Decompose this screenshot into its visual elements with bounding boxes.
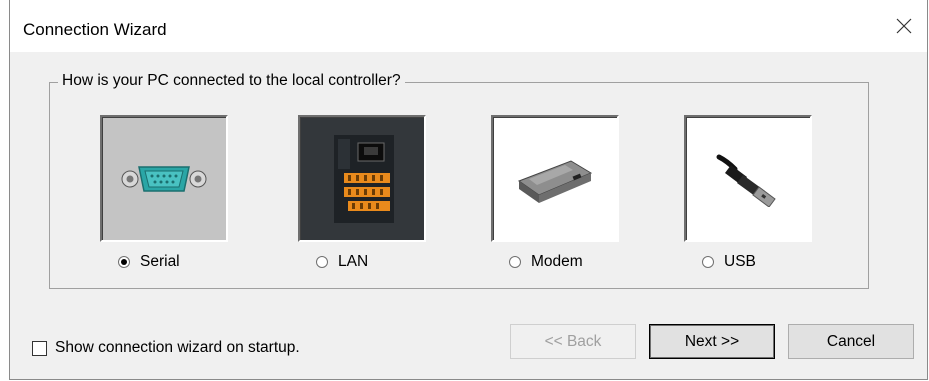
- option-usb: USB: [684, 115, 812, 270]
- serial-label: Serial: [140, 253, 180, 270]
- back-button[interactable]: << Back: [510, 324, 636, 359]
- close-button[interactable]: [881, 0, 927, 52]
- modem-tile[interactable]: [491, 115, 619, 242]
- next-button[interactable]: Next >>: [649, 324, 775, 359]
- modem-icon: [517, 159, 593, 203]
- group-label: How is your PC connected to the local co…: [58, 72, 405, 90]
- modem-radio-row[interactable]: Modem: [509, 253, 583, 271]
- modem-radio[interactable]: [509, 256, 521, 268]
- startup-checkbox-label: Show connection wizard on startup.: [55, 339, 300, 356]
- usb-tile[interactable]: [684, 115, 812, 242]
- usb-label: USB: [724, 253, 756, 270]
- startup-checkbox-row[interactable]: Show connection wizard on startup.: [32, 339, 300, 357]
- lan-controller-icon: [334, 134, 394, 223]
- option-modem: Modem: [491, 115, 619, 270]
- serial-tile[interactable]: [100, 115, 228, 242]
- cancel-button[interactable]: Cancel: [788, 324, 914, 359]
- window-title: Connection Wizard: [23, 20, 167, 39]
- title-bar: Connection Wizard: [10, 0, 927, 52]
- lan-radio-row[interactable]: LAN: [316, 253, 368, 271]
- lan-label: LAN: [338, 253, 369, 270]
- serial-radio[interactable]: [118, 256, 130, 268]
- usb-radio[interactable]: [702, 256, 714, 268]
- usb-radio-row[interactable]: USB: [702, 253, 756, 271]
- serial-port-icon: [121, 165, 207, 192]
- option-lan: LAN: [298, 115, 426, 270]
- serial-radio-row[interactable]: Serial: [118, 253, 180, 271]
- option-serial: Serial: [100, 115, 228, 270]
- usb-plug-icon: [716, 154, 776, 207]
- startup-checkbox[interactable]: [32, 340, 47, 356]
- lan-radio[interactable]: [316, 256, 328, 268]
- close-icon: [896, 18, 912, 34]
- lan-tile[interactable]: [298, 115, 426, 242]
- connection-wizard-dialog: Connection Wizard How is your PC connect…: [9, 0, 928, 380]
- modem-label: Modem: [531, 253, 583, 270]
